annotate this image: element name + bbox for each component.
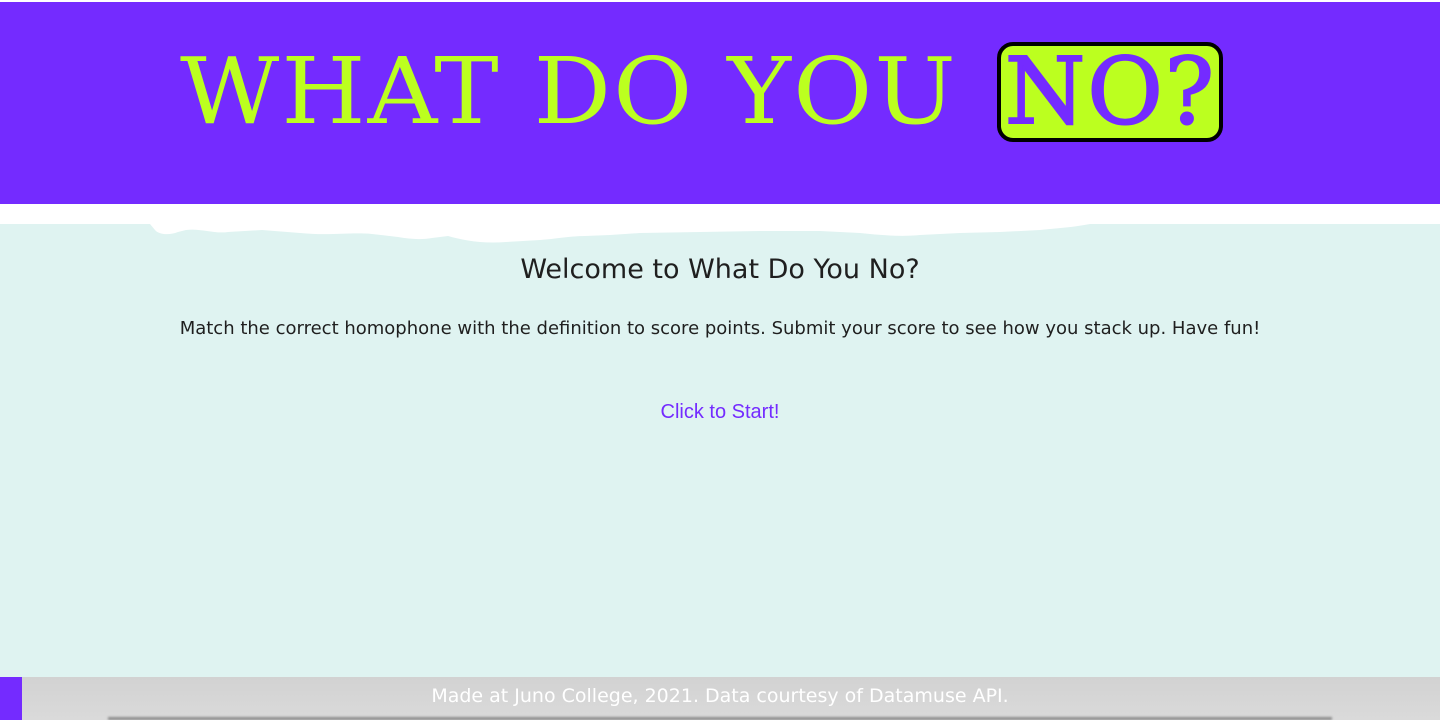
site-title-badge-text: NO? <box>1004 38 1217 145</box>
main-content: Welcome to What Do You No? Match the cor… <box>0 224 1440 678</box>
page: WHAT DO YOU NO? Welcome to What Do You N… <box>0 0 1440 720</box>
site-header: WHAT DO YOU NO? <box>0 2 1440 204</box>
footer-credit: Made at Juno College, 2021. Data courtes… <box>431 685 1009 707</box>
torn-paper-edge <box>150 224 1090 243</box>
start-game-button[interactable]: Click to Start! <box>620 396 820 428</box>
site-title-text: WHAT DO YOU <box>179 38 958 145</box>
site-title: WHAT DO YOU NO? <box>0 42 1440 142</box>
welcome-heading: Welcome to What Do You No? <box>520 254 920 285</box>
site-title-badge: NO? <box>997 38 1224 145</box>
site-footer: Made at Juno College, 2021. Data courtes… <box>0 677 1440 720</box>
game-instructions: Match the correct homophone with the def… <box>179 318 1261 339</box>
